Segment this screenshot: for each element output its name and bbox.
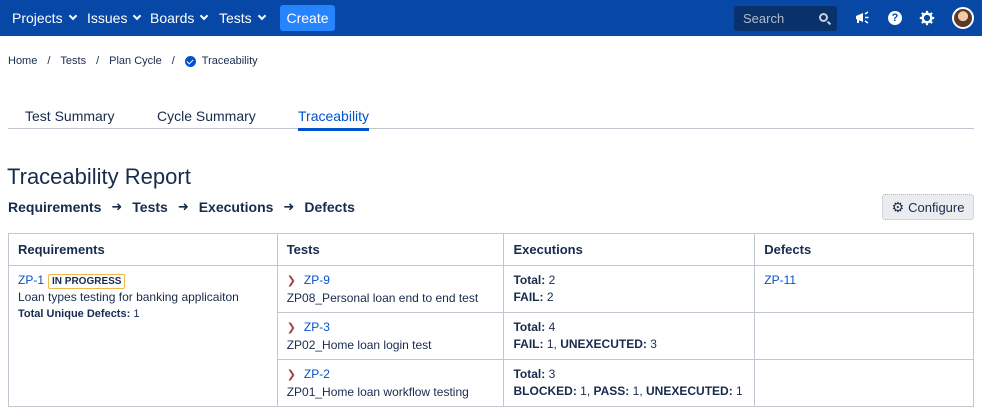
exec-total-label: Total:	[513, 320, 546, 334]
exec-status-count: 1	[632, 384, 640, 398]
expand-chevron-icon[interactable]: ❯	[287, 367, 296, 384]
header-executions: Executions	[503, 233, 756, 266]
arrow-right-icon: ➜	[111, 199, 123, 214]
defect-cell	[754, 312, 974, 360]
configure-label: Configure	[908, 199, 965, 215]
megaphone-icon[interactable]	[853, 9, 871, 27]
breadcrumb: Home / Tests / Plan Cycle / Traceability	[8, 55, 258, 67]
exec-total-value: 2	[548, 273, 556, 287]
nav-issues-label: Issues	[87, 10, 128, 26]
table-header-row: Requirements Tests Executions Defects	[8, 233, 974, 266]
search-placeholder: Search	[743, 11, 785, 26]
test-name: ZP01_Home loan workflow testing	[286, 385, 469, 399]
test-name: ZP08_Personal loan end to end test	[286, 291, 479, 305]
breadcrumb-separator: /	[96, 55, 100, 67]
requirement-summary: Loan types testing for banking applicait…	[18, 290, 239, 304]
exec-status-count: 2	[546, 290, 554, 304]
check-circle-icon	[184, 55, 196, 67]
exec-total-label: Total:	[513, 273, 546, 287]
execution-cell: Total: 4 FAIL: 1, UNEXECUTED: 3	[503, 312, 756, 360]
chevron-down-icon	[133, 11, 142, 21]
total-defects-count: 1	[133, 308, 140, 320]
flow-executions: Executions	[198, 199, 274, 215]
requirement-cell: ZP-1 IN PROGRESS Loan types testing for b…	[8, 265, 278, 407]
exec-status-count: 1	[736, 384, 743, 398]
header-defects: Defects	[754, 233, 974, 266]
user-avatar[interactable]	[952, 7, 974, 29]
nav-projects-label: Projects	[12, 10, 63, 26]
configure-button[interactable]: ⚙ Configure	[882, 194, 974, 220]
chevron-down-icon	[68, 11, 77, 21]
tab-test-summary[interactable]: Test Summary	[25, 108, 114, 129]
exec-status-label: UNEXECUTED:	[560, 337, 647, 351]
header-tests: Tests	[276, 233, 505, 266]
test-key-link[interactable]: ZP-2	[304, 367, 330, 381]
execution-cell: Total: 2 FAIL: 2	[503, 265, 756, 313]
requirement-key-link[interactable]: ZP-1	[18, 273, 44, 287]
question-mark-glyph: ?	[888, 11, 902, 25]
nav-boards-label: Boards	[150, 10, 195, 26]
top-navigation: Projects Issues Boards Tests Create Sear…	[0, 0, 982, 36]
breadcrumb-separator: /	[171, 55, 175, 67]
execution-cell: Total: 3 BLOCKED: 1, PASS: 1, UNEXECUTED…	[503, 359, 756, 407]
defect-key-link[interactable]: ZP-11	[764, 273, 796, 287]
gear-icon: ⚙	[891, 198, 905, 215]
page-title: Traceability Report	[7, 164, 191, 189]
status-badge: IN PROGRESS	[48, 274, 126, 289]
exec-status-label: FAIL:	[513, 290, 544, 304]
test-cell: ❯ ZP-3 ZP02_Home loan login test	[276, 312, 505, 360]
create-button[interactable]: Create	[280, 5, 335, 31]
test-name: ZP02_Home loan login test	[286, 338, 432, 352]
test-cell: ❯ ZP-2 ZP01_Home loan workflow testing	[276, 359, 505, 407]
flow-defects: Defects	[304, 199, 355, 215]
traceability-table: Requirements Tests Executions Defects ZP…	[8, 233, 974, 407]
exec-status-label: FAIL:	[513, 337, 544, 351]
chevron-down-icon	[200, 11, 209, 21]
search-icon	[819, 13, 828, 22]
help-icon[interactable]: ?	[886, 9, 904, 27]
breadcrumb-separator: /	[47, 55, 51, 67]
exec-status-count: 1	[546, 337, 554, 351]
arrow-right-icon: ➜	[177, 199, 189, 214]
tab-cycle-summary[interactable]: Cycle Summary	[157, 108, 256, 129]
settings-gear-icon[interactable]	[918, 9, 936, 27]
expand-chevron-icon[interactable]: ❯	[287, 320, 296, 337]
exec-status-label: PASS:	[593, 384, 630, 398]
search-input[interactable]: Search	[734, 6, 837, 31]
exec-status-label: BLOCKED:	[513, 384, 577, 398]
breadcrumb-home[interactable]: Home	[8, 55, 37, 67]
breadcrumb-plan-cycle[interactable]: Plan Cycle	[109, 55, 162, 67]
chevron-down-icon	[257, 11, 266, 21]
breadcrumb-tests[interactable]: Tests	[60, 55, 86, 67]
defect-cell: ZP-11	[754, 265, 974, 313]
expand-chevron-icon[interactable]: ❯	[287, 273, 296, 290]
exec-status-count: 3	[650, 337, 657, 351]
nav-tests[interactable]: Tests	[219, 0, 266, 36]
header-requirements: Requirements	[8, 233, 278, 266]
nav-issues[interactable]: Issues	[87, 0, 142, 36]
nav-boards[interactable]: Boards	[150, 0, 209, 36]
test-key-link[interactable]: ZP-3	[304, 320, 330, 334]
tab-bar: Test Summary Cycle Summary Traceability	[8, 104, 974, 131]
nav-projects[interactable]: Projects	[12, 0, 77, 36]
flow-requirements: Requirements	[8, 199, 102, 215]
table-row: ZP-1 IN PROGRESS Loan types testing for b…	[8, 265, 974, 407]
test-cell: ❯ ZP-9 ZP08_Personal loan end to end test	[276, 265, 505, 313]
test-key-link[interactable]: ZP-9	[304, 273, 330, 287]
tab-traceability[interactable]: Traceability	[298, 108, 370, 131]
nav-tests-label: Tests	[219, 10, 252, 26]
exec-total-value: 3	[548, 367, 556, 381]
exec-total-label: Total:	[513, 367, 546, 381]
exec-total-value: 4	[548, 320, 556, 334]
arrow-right-icon: ➜	[283, 199, 295, 214]
breadcrumb-traceability: Traceability	[201, 55, 258, 67]
total-defects-label: Total Unique Defects:	[18, 308, 131, 320]
flow-tests: Tests	[132, 199, 168, 215]
exec-status-label: UNEXECUTED:	[646, 384, 733, 398]
defect-cell	[754, 359, 974, 407]
traceability-flow: Requirements ➜ Tests ➜ Executions ➜ Defe…	[8, 199, 355, 215]
exec-status-count: 1	[580, 384, 587, 398]
